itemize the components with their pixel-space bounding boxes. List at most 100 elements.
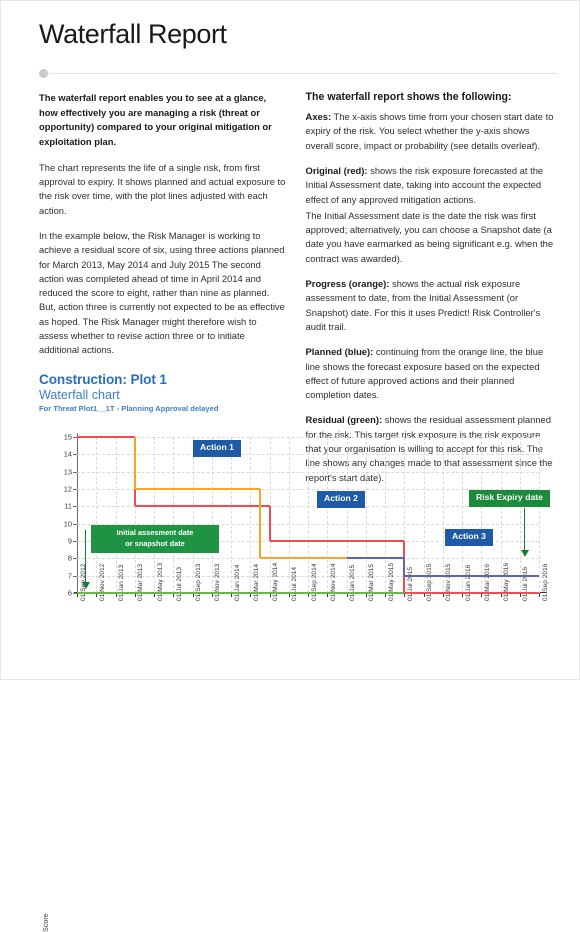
series-line-progress (259, 557, 347, 560)
y-axis-tick-label: 9 (67, 536, 72, 546)
x-axis-tick-label: 01 Sep 2013 (195, 563, 203, 601)
x-axis-tick-label: 01 Mar 2013 (137, 563, 145, 601)
definitions-list: Axes: The x-axis shows time from your ch… (306, 110, 557, 485)
y-axis-tick-label: 13 (63, 467, 72, 477)
y-axis-tick-label: 15 (63, 432, 72, 442)
definition-progress: Progress (orange): shows the actual risk… (306, 277, 557, 334)
chart-plot-area: 6 7 8 9 10 11 12 13 14 15 01 Sep 2012 01 Nov 2012 01… (64, 433, 550, 601)
gridline-vertical (442, 437, 444, 593)
gridline-vertical (154, 437, 155, 593)
y-axis-tick-mark (73, 454, 77, 456)
intro-lead-paragraph: The waterfall report enables you to see … (39, 92, 272, 148)
gridline-vertical (96, 437, 98, 593)
annotation-action-2: Action 2 (317, 491, 365, 508)
gridline-vertical (346, 437, 348, 593)
gridline-vertical (423, 437, 425, 593)
x-axis-tick-label: 01 Nov 2013 (214, 563, 222, 601)
x-axis-tick-label: 01 May 2015 (387, 562, 395, 601)
page-content: Waterfall Report The waterfall report en… (39, 19, 557, 496)
y-axis-tick-mark (73, 541, 77, 542)
header-divider (39, 69, 557, 79)
report-page: Waterfall Report The waterfall report en… (0, 0, 580, 932)
y-axis-tick-label: 14 (63, 449, 72, 459)
x-axis-tick-label: 01 Jul 2014 (291, 566, 299, 601)
gridline-vertical (288, 437, 290, 593)
gridline-vertical (308, 437, 309, 593)
x-axis-tick-label: 01 Jul 2015 (406, 566, 414, 601)
series-line-planned (346, 557, 405, 560)
series-line-planned (404, 574, 539, 577)
definition-text: The Initial Assessment date is the date … (305, 209, 554, 264)
gridline-vertical (462, 437, 463, 593)
gridline-vertical (211, 437, 213, 593)
y-axis-tick-label: 8 (67, 553, 72, 563)
x-axis-tick-label: 01 Jan 2015 (349, 564, 357, 601)
risk-expiry-arrow-head (520, 550, 529, 557)
x-axis-tick-label: 01 Jul 2013 (175, 566, 183, 601)
right-column: The waterfall report shows the following… (306, 91, 557, 496)
waterfall-chart: Score 6 7 8 9 10 11 12 13 14 15 01 Sep 2012 01 Nov … (39, 433, 557, 932)
risk-expiry-arrow-line (524, 508, 525, 553)
gridline-vertical (519, 437, 521, 593)
y-axis-tick-mark (73, 489, 77, 490)
x-axis-tick-label: 01 Mar 2016 (483, 563, 491, 601)
gridline-vertical (231, 437, 232, 593)
series-line-original (268, 506, 271, 541)
series-line-progress (258, 489, 261, 559)
x-axis-tick-label: 01 May 2016 (503, 562, 511, 601)
x-axis-tick-label: 01 Sep 2016 (541, 563, 549, 601)
y-axis-tick-mark (73, 558, 77, 560)
gridline-vertical (500, 437, 502, 593)
definition-term: Planned (blue): (305, 346, 374, 358)
gridline-vertical (192, 437, 194, 593)
y-axis-tick-label: 7 (67, 571, 72, 581)
annotation-action-3: Action 3 (445, 529, 493, 546)
x-axis-tick-label: 01 Sep 2014 (310, 563, 318, 601)
definition-term: Progress (orange): (305, 278, 390, 290)
initial-assessment-line2: or snapshot date (125, 538, 185, 548)
y-axis-tick-label: 6 (67, 588, 72, 598)
x-axis-tick-label: 01 Nov 2015 (445, 563, 453, 601)
gridline-vertical (115, 437, 117, 593)
y-axis-tick-mark (73, 506, 77, 508)
definition-text: The x-axis shows time from your chosen s… (305, 111, 554, 151)
gridline-vertical (173, 437, 175, 593)
series-line-progress (134, 488, 260, 490)
x-axis-tick-label: 01 Jul 2016 (522, 566, 530, 601)
page-title: Waterfall Report (39, 19, 227, 49)
left-column: The waterfall report enables you to see … (39, 91, 286, 496)
y-axis-tick-mark (73, 523, 77, 525)
x-axis-tick-mark (539, 593, 540, 597)
initial-assessment-arrow-head (81, 582, 90, 589)
gridline-vertical (365, 437, 367, 593)
definition-term: Original (red): (305, 164, 368, 176)
series-line-original (134, 505, 270, 508)
series-line-original (404, 592, 539, 594)
y-axis-tick-mark (73, 471, 77, 473)
series-line-original (77, 436, 135, 438)
gridline-vertical (385, 437, 386, 593)
y-axis-label: Score (41, 913, 50, 932)
x-axis-tick-label: 01 Nov 2014 (329, 563, 337, 601)
right-column-heading: The waterfall report shows the following… (305, 91, 512, 104)
x-axis-tick-label: 01 May 2014 (272, 562, 280, 601)
x-axis-tick-label: 01 Nov 2012 (98, 563, 106, 601)
initial-assessment-line1: Initial assesment date (116, 528, 194, 537)
x-axis-tick-label: 01 Sep 2015 (426, 563, 434, 601)
y-axis-tick-mark (73, 575, 77, 577)
series-line-planned (403, 558, 406, 576)
x-axis-tick-label: 01 Jan 2014 (233, 564, 241, 601)
series-line-progress (133, 437, 136, 489)
definition-original: Original (red): shows the risk exposure … (306, 164, 557, 207)
chart-header-line1: Construction: Plot 1 (39, 371, 167, 387)
gridline-vertical (250, 437, 252, 593)
definition-planned: Planned (blue): continuing from the oran… (306, 345, 557, 402)
divider-rule (49, 73, 557, 75)
y-axis-tick-label: 11 (64, 501, 72, 511)
intro-paragraph-2: The chart represents the life of a singl… (39, 161, 286, 216)
x-axis-tick-label: 01 Mar 2015 (368, 563, 376, 601)
x-axis-tick-label: 01 Jan 2013 (118, 564, 126, 601)
definition-term: Residual (green): (305, 414, 383, 426)
gridline-vertical (327, 437, 329, 593)
series-line-original (269, 540, 405, 542)
